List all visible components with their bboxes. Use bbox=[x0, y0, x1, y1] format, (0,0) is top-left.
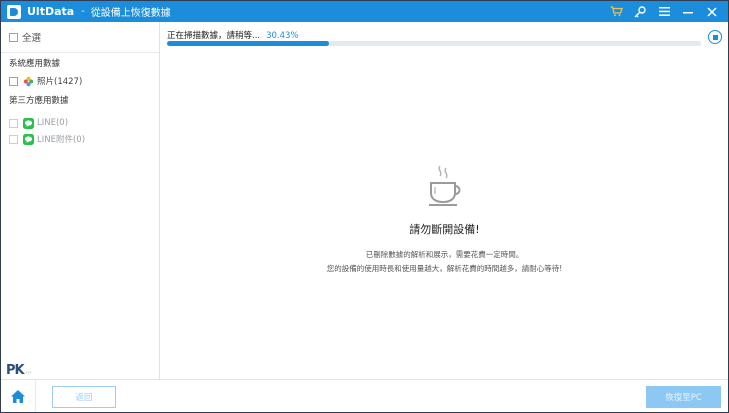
title-bar: UltData - 從設備上恢復數據 bbox=[1, 1, 728, 22]
ultdata-logo-icon bbox=[7, 4, 21, 19]
wait-message: 請勿斷開設備! 已刪除數據的解析和展示，需要花費一定時間。 您的設備的使用時長和… bbox=[161, 164, 728, 276]
scan-status-text: 正在掃描數據，請稍等... bbox=[167, 31, 261, 41]
stop-scan-button[interactable] bbox=[708, 30, 722, 44]
select-all-label: 全選 bbox=[22, 33, 42, 44]
watermark-small: ‹‹‹ bbox=[25, 370, 32, 376]
scan-status: 正在掃描數據，請稍等... 30.43% bbox=[167, 29, 299, 41]
line-attachments-checkbox[interactable] bbox=[9, 134, 18, 144]
select-all-row[interactable]: 全選 bbox=[1, 22, 159, 53]
section-title-third-party: 第三方應用數據 bbox=[9, 96, 69, 106]
bottom-bar: 返回 恢復至PC bbox=[1, 379, 728, 412]
close-icon[interactable] bbox=[700, 1, 724, 22]
scan-percent: 30.43% bbox=[266, 31, 299, 41]
line-icon bbox=[23, 133, 34, 145]
app-name: UltData bbox=[27, 5, 75, 18]
line-checkbox[interactable] bbox=[9, 118, 18, 128]
scan-progress-bar bbox=[167, 41, 701, 46]
line-label: LINE(0) bbox=[37, 118, 69, 128]
line-attachments-label: LINE附件(0) bbox=[37, 135, 86, 145]
wait-headline: 請勿斷開設備! bbox=[409, 223, 480, 236]
back-button[interactable]: 返回 bbox=[52, 386, 116, 408]
menu-icon[interactable] bbox=[652, 1, 676, 22]
scan-main-panel: 正在掃描數據，請稍等... 30.43% 請勿斷開設備! 已刪除數據的解析和展示，… bbox=[161, 22, 728, 379]
window-subtitle: 從設備上恢復數據 bbox=[90, 8, 171, 19]
stop-icon bbox=[712, 34, 718, 40]
pk-watermark-logo: PK ‹‹‹ bbox=[6, 363, 32, 378]
sidebar-item-line-attachments[interactable]: LINE附件(0) bbox=[1, 131, 159, 147]
home-button[interactable] bbox=[1, 380, 36, 412]
wait-description-line1: 已刪除數據的解析和展示，需要花費一定時間。 bbox=[365, 250, 524, 259]
photos-label: 照片(1427) bbox=[37, 77, 83, 87]
photos-checkbox[interactable] bbox=[9, 76, 18, 86]
photos-icon bbox=[23, 76, 34, 87]
minimize-icon[interactable] bbox=[676, 1, 700, 22]
watermark-text: PK bbox=[6, 363, 25, 378]
select-all-checkbox[interactable] bbox=[9, 32, 18, 42]
cart-icon[interactable] bbox=[604, 1, 628, 22]
title-separator: - bbox=[81, 6, 85, 17]
key-icon[interactable] bbox=[628, 1, 652, 22]
recover-to-pc-button[interactable]: 恢復至PC bbox=[646, 386, 721, 408]
category-sidebar: 全選 系統應用數據 照片(1427) 第三方應用數據 LINE(0) LINE附… bbox=[1, 22, 160, 379]
home-icon bbox=[11, 390, 25, 403]
section-title-system: 系統應用數據 bbox=[9, 59, 61, 69]
wait-description-line2: 您的設備的使用時長和使用量越大，解析花費的時間越多，請耐心等待! bbox=[326, 264, 563, 273]
scan-progress-fill bbox=[167, 41, 330, 46]
app-window: UltData - 從設備上恢復數據 全選 系統應用數據 照片(1427) 第三… bbox=[0, 0, 729, 413]
sidebar-item-photos[interactable]: 照片(1427) bbox=[1, 73, 159, 89]
coffee-cup-icon bbox=[428, 165, 460, 206]
sidebar-item-line[interactable]: LINE(0) bbox=[1, 115, 159, 131]
line-icon bbox=[23, 117, 34, 129]
